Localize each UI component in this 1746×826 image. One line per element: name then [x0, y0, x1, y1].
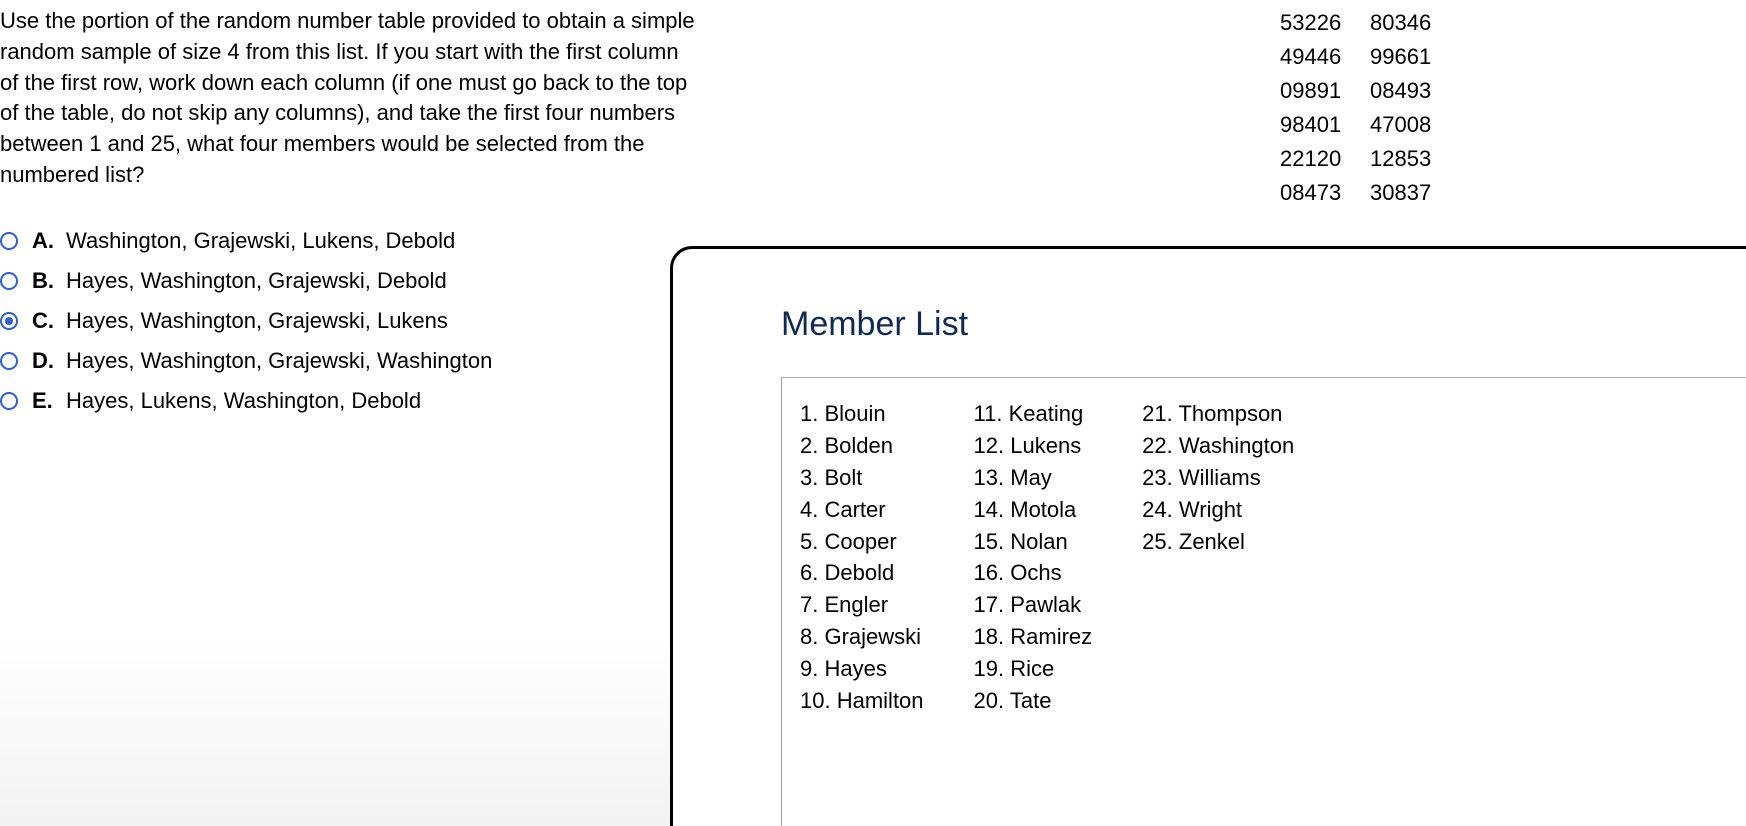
list-item: 24. Wright [1142, 494, 1294, 526]
list-item: 6. Debold [800, 557, 924, 589]
list-item: 1. Blouin [800, 398, 924, 430]
choice-letter: A. [32, 228, 56, 254]
list-item: 8. Grajewski [800, 621, 924, 653]
table-row: 4944699661 [1280, 40, 1431, 74]
popup-title: Member List [781, 305, 1746, 344]
page: Use the portion of the random number tab… [0, 0, 1746, 826]
choice-c[interactable]: C. Hayes, Washington, Grajewski, Lukens [0, 308, 492, 334]
list-item: 20. Tate [974, 685, 1093, 717]
radio-icon[interactable] [0, 352, 18, 370]
table-row: 0847330837 [1280, 176, 1431, 210]
list-item: 16. Ochs [974, 557, 1093, 589]
choice-letter: B. [32, 268, 56, 294]
member-column-3: 21. Thompson 22. Washington 23. Williams… [1142, 398, 1294, 717]
choice-a[interactable]: A. Washington, Grajewski, Lukens, Debold [0, 228, 492, 254]
choice-e[interactable]: E. Hayes, Lukens, Washington, Debold [0, 388, 492, 414]
background-fade [0, 636, 670, 826]
table-row: 5322680346 [1280, 6, 1431, 40]
list-item: 25. Zenkel [1142, 526, 1294, 558]
member-column-1: 1. Blouin 2. Bolden 3. Bolt 4. Carter 5.… [800, 398, 924, 717]
choice-text: Hayes, Washington, Grajewski, Lukens [66, 308, 448, 334]
list-item: 9. Hayes [800, 653, 924, 685]
table-row: 2212012853 [1280, 142, 1431, 176]
choice-text: Hayes, Lukens, Washington, Debold [66, 388, 421, 414]
list-item: 19. Rice [974, 653, 1093, 685]
list-item: 7. Engler [800, 589, 924, 621]
random-number-table: 5322680346 4944699661 0989108493 9840147… [1280, 6, 1431, 211]
choice-text: Hayes, Washington, Grajewski, Debold [66, 268, 447, 294]
list-item: 15. Nolan [974, 526, 1093, 558]
choice-text: Hayes, Washington, Grajewski, Washington [66, 348, 492, 374]
list-item: 18. Ramirez [974, 621, 1093, 653]
list-item: 3. Bolt [800, 462, 924, 494]
answer-choices: A. Washington, Grajewski, Lukens, Debold… [0, 228, 492, 428]
table-row: 9840147008 [1280, 108, 1431, 142]
member-list-popup: Member List 1. Blouin 2. Bolden 3. Bolt … [670, 246, 1746, 826]
list-item: 2. Bolden [800, 430, 924, 462]
choice-text: Washington, Grajewski, Lukens, Debold [66, 228, 455, 254]
member-columns: 1. Blouin 2. Bolden 3. Bolt 4. Carter 5.… [800, 398, 1728, 717]
choice-letter: E. [32, 388, 56, 414]
radio-icon[interactable] [0, 392, 18, 410]
list-item: 10. Hamilton [800, 685, 924, 717]
radio-icon[interactable] [0, 232, 18, 250]
list-item: 11. Keating [974, 398, 1093, 430]
choice-b[interactable]: B. Hayes, Washington, Grajewski, Debold [0, 268, 492, 294]
question-text: Use the portion of the random number tab… [0, 6, 700, 191]
list-item: 21. Thompson [1142, 398, 1294, 430]
choice-letter: D. [32, 348, 56, 374]
list-item: 12. Lukens [974, 430, 1093, 462]
radio-icon[interactable] [0, 312, 18, 330]
list-item: 5. Cooper [800, 526, 924, 558]
list-item: 23. Williams [1142, 462, 1294, 494]
choice-letter: C. [32, 308, 56, 334]
radio-icon[interactable] [0, 272, 18, 290]
list-item: 13. May [974, 462, 1093, 494]
member-column-2: 11. Keating 12. Lukens 13. May 14. Motol… [974, 398, 1093, 717]
member-list-box: 1. Blouin 2. Bolden 3. Bolt 4. Carter 5.… [781, 377, 1746, 826]
list-item: 4. Carter [800, 494, 924, 526]
list-item: 14. Motola [974, 494, 1093, 526]
choice-d[interactable]: D. Hayes, Washington, Grajewski, Washing… [0, 348, 492, 374]
list-item: 17. Pawlak [974, 589, 1093, 621]
list-item: 22. Washington [1142, 430, 1294, 462]
table-row: 0989108493 [1280, 74, 1431, 108]
